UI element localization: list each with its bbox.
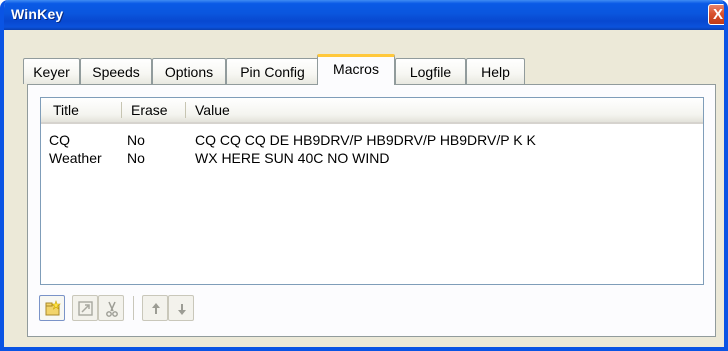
macro-value-cell: WX HERE SUN 40C NO WIND [195, 150, 390, 166]
column-divider[interactable] [121, 102, 122, 118]
macro-title-cell: Weather [49, 150, 102, 166]
tab-macros[interactable]: Macros [317, 54, 395, 85]
macro-erase-cell: No [127, 132, 145, 148]
macro-value-cell: CQ CQ CQ DE HB9DRV/P HB9DRV/P HB9DRV/P K… [195, 132, 536, 148]
title-bar[interactable]: WinKey X [4, 0, 724, 30]
new-macro-button[interactable] [39, 295, 65, 321]
tab-label: Pin Config [240, 64, 305, 80]
move-down-button[interactable] [168, 295, 194, 321]
column-header-title[interactable]: Title [53, 98, 79, 122]
edit-macro-button[interactable] [72, 295, 98, 321]
tab-label: Macros [333, 61, 379, 77]
macro-erase-cell: No [127, 150, 145, 166]
window-title: WinKey [11, 6, 64, 22]
cut-button[interactable] [98, 295, 124, 321]
tab-help[interactable]: Help [466, 58, 525, 84]
column-header-value[interactable]: Value [195, 98, 230, 122]
new-macro-icon [45, 300, 61, 316]
tab-label: Speeds [92, 64, 140, 80]
arrow-down-icon [178, 304, 186, 315]
close-button[interactable]: X [708, 4, 724, 25]
macros-panel: Title Erase Value CQ No CQ CQ CQ DE HB9D… [27, 84, 716, 337]
list-header: Title Erase Value [41, 98, 703, 124]
tab-label: Help [481, 64, 510, 80]
tab-label: Logfile [409, 64, 452, 80]
column-divider[interactable] [185, 102, 186, 118]
cut-icon [106, 301, 118, 317]
toolbar-divider [133, 296, 134, 320]
macro-list[interactable]: Title Erase Value CQ No CQ CQ CQ DE HB9D… [40, 97, 704, 285]
tab-label: Options [164, 64, 214, 80]
tab-pin-config[interactable]: Pin Config [226, 58, 319, 84]
arrow-up-icon [152, 303, 160, 314]
tab-label: Keyer [33, 64, 70, 80]
tab-options[interactable]: Options [152, 58, 226, 84]
tab-logfile[interactable]: Logfile [395, 58, 466, 84]
column-header-erase[interactable]: Erase [131, 98, 168, 122]
winkey-window: WinKey X Keyer Speeds Options Pin Config… [0, 0, 728, 351]
edit-macro-icon [78, 301, 93, 316]
macro-title-cell: CQ [49, 132, 70, 148]
tab-keyer[interactable]: Keyer [23, 58, 80, 84]
move-up-button[interactable] [142, 295, 168, 321]
tab-speeds[interactable]: Speeds [80, 58, 152, 84]
close-icon: X [713, 6, 724, 23]
